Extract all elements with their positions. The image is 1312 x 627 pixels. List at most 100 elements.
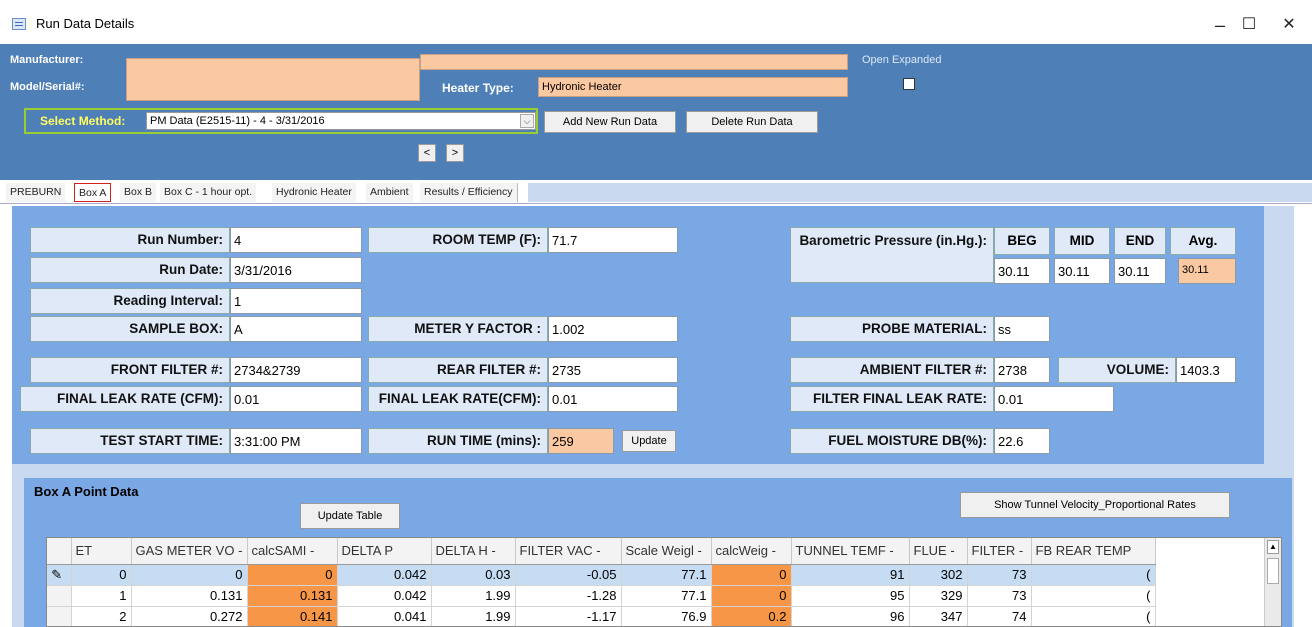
tab-box-a[interactable]: Box A: [74, 183, 112, 202]
table-row[interactable]: 2 0.272 0.141 0.041 1.99 -1.17 76.9 0.2 …: [47, 606, 1156, 626]
volume-field[interactable]: 1403.3: [1176, 357, 1236, 383]
grid-cell[interactable]: 1: [71, 585, 132, 607]
chevron-down-icon[interactable]: ⌵: [520, 114, 534, 128]
ambient-filter-field[interactable]: 2738: [994, 357, 1050, 383]
column-header[interactable]: TUNNEL TEMF -: [791, 538, 910, 565]
record-selector[interactable]: [47, 585, 72, 607]
rear-filter-field[interactable]: 2735: [548, 357, 678, 383]
column-header[interactable]: GAS METER VO -: [131, 538, 248, 565]
grid-cell[interactable]: (: [1031, 585, 1156, 607]
grid-cell[interactable]: 0: [71, 564, 132, 586]
grid-cell[interactable]: 91: [791, 564, 910, 586]
front-filter-field[interactable]: 2734&2739: [230, 357, 362, 383]
grid-cell[interactable]: 302: [909, 564, 968, 586]
grid-cell[interactable]: 329: [909, 585, 968, 607]
delete-run-data-button[interactable]: Delete Run Data: [686, 111, 818, 133]
update-table-button[interactable]: Update Table: [300, 503, 400, 529]
column-header[interactable]: Scale Weigl -: [621, 538, 712, 565]
open-expanded-checkbox[interactable]: [903, 78, 915, 90]
final-leak-rate-2-field[interactable]: 0.01: [548, 386, 678, 412]
grid-cell[interactable]: 0.042: [337, 564, 432, 586]
grid-cell[interactable]: 76.9: [621, 606, 712, 626]
grid-cell[interactable]: 73: [967, 585, 1032, 607]
scroll-thumb[interactable]: [1267, 558, 1279, 584]
show-tunnel-velocity-button[interactable]: Show Tunnel Velocity_Proportional Rates: [960, 492, 1230, 518]
grid-cell[interactable]: 1.99: [431, 606, 516, 626]
scroll-up-icon[interactable]: ▲: [1267, 540, 1279, 554]
column-header[interactable]: FLUE -: [909, 538, 968, 565]
filter-final-leak-rate-field[interactable]: 0.01: [994, 386, 1114, 412]
grid-cell[interactable]: 0.131: [247, 585, 338, 607]
record-selector[interactable]: [47, 606, 72, 626]
grid-cell[interactable]: 73: [967, 564, 1032, 586]
grid-cell[interactable]: 96: [791, 606, 910, 626]
grid-cell[interactable]: 2: [71, 606, 132, 626]
column-header[interactable]: ET: [71, 538, 132, 565]
tab-box-c[interactable]: Box C - 1 hour opt.: [160, 183, 257, 202]
final-leak-rate-field[interactable]: 0.01: [230, 386, 362, 412]
grid-cell[interactable]: 0.042: [337, 585, 432, 607]
column-header[interactable]: FB REAR TEMP: [1031, 538, 1156, 565]
baro-avg-field[interactable]: 30.11: [1178, 258, 1236, 284]
grid-cell[interactable]: 0.2: [711, 606, 792, 626]
table-row[interactable]: 1 0.131 0.131 0.042 1.99 -1.28 77.1 0 95…: [47, 585, 1156, 607]
reading-interval-field[interactable]: 1: [230, 288, 362, 314]
grid-cell[interactable]: 347: [909, 606, 968, 626]
baro-end-field[interactable]: 30.11: [1114, 258, 1166, 284]
run-time-field[interactable]: 259: [548, 428, 614, 454]
baro-beg-field[interactable]: 30.11: [994, 258, 1050, 284]
grid-cell[interactable]: 77.1: [621, 585, 712, 607]
grid-cell[interactable]: 0.141: [247, 606, 338, 626]
grid-cell[interactable]: -1.28: [515, 585, 622, 607]
grid-cell[interactable]: -1.17: [515, 606, 622, 626]
tab-ambient[interactable]: Ambient: [366, 183, 413, 202]
open-expanded-label: Open Expanded: [862, 54, 942, 66]
grid-cell[interactable]: 0.272: [131, 606, 248, 626]
column-header[interactable]: calcWeig -: [711, 538, 792, 565]
grid-cell[interactable]: 74: [967, 606, 1032, 626]
column-header[interactable]: DELTA H -: [431, 538, 516, 565]
grid-cell[interactable]: 0.131: [131, 585, 248, 607]
tab-box-b[interactable]: Box B: [120, 183, 157, 202]
grid-cell[interactable]: 77.1: [621, 564, 712, 586]
grid-cell[interactable]: 1.99: [431, 585, 516, 607]
test-start-time-field[interactable]: 3:31:00 PM: [230, 428, 362, 454]
close-button[interactable]: ✕: [1266, 10, 1312, 40]
grid-cell[interactable]: (: [1031, 564, 1156, 586]
grid-cell[interactable]: 95: [791, 585, 910, 607]
room-temp-field[interactable]: 71.7: [548, 227, 678, 253]
column-header[interactable]: FILTER VAC -: [515, 538, 622, 565]
grid-cell[interactable]: 0.03: [431, 564, 516, 586]
tab-hydronic-heater[interactable]: Hydronic Heater: [272, 183, 356, 202]
grid-cell[interactable]: 0: [131, 564, 248, 586]
tab-preburn[interactable]: PREBURN: [6, 183, 66, 202]
table-row[interactable]: ✎ 0 0 0 0.042 0.03 -0.05 77.1 0 91 302 7…: [47, 564, 1156, 586]
meter-y-factor-field[interactable]: 1.002: [548, 316, 678, 342]
add-run-data-button[interactable]: Add New Run Data: [544, 111, 676, 133]
grid-cell[interactable]: (: [1031, 606, 1156, 626]
grid-cell[interactable]: -0.05: [515, 564, 622, 586]
grid-cell[interactable]: 0.041: [337, 606, 432, 626]
column-header[interactable]: calcSAMI -: [247, 538, 338, 565]
point-data-grid[interactable]: ET GAS METER VO - calcSAMI - DELTA P DEL…: [46, 537, 1282, 627]
heater-type-field[interactable]: Hydronic Heater: [538, 77, 848, 97]
prev-record-button[interactable]: <: [418, 144, 436, 162]
select-method-dropdown[interactable]: PM Data (E2515-11) - 4 - 3/31/2016 ⌵: [146, 112, 536, 130]
next-record-button[interactable]: >: [446, 144, 464, 162]
model-serial-field[interactable]: [126, 58, 420, 101]
baro-mid-field[interactable]: 30.11: [1054, 258, 1110, 284]
manufacturer-field[interactable]: [420, 54, 848, 70]
fuel-moisture-field[interactable]: 22.6: [994, 428, 1050, 454]
update-run-time-button[interactable]: Update: [622, 430, 676, 452]
grid-vertical-scrollbar[interactable]: ▲: [1264, 538, 1281, 626]
run-date-field[interactable]: 3/31/2016: [230, 257, 362, 283]
run-number-field[interactable]: 4: [230, 227, 362, 253]
probe-material-field[interactable]: ss: [994, 316, 1050, 342]
sample-box-field[interactable]: A: [230, 316, 362, 342]
column-header[interactable]: FILTER -: [967, 538, 1032, 565]
grid-cell[interactable]: 0: [711, 564, 792, 586]
column-header[interactable]: DELTA P: [337, 538, 432, 565]
grid-cell[interactable]: 0: [711, 585, 792, 607]
tab-results-efficiency[interactable]: Results / Efficiency: [420, 183, 518, 202]
grid-cell[interactable]: 0: [247, 564, 338, 586]
